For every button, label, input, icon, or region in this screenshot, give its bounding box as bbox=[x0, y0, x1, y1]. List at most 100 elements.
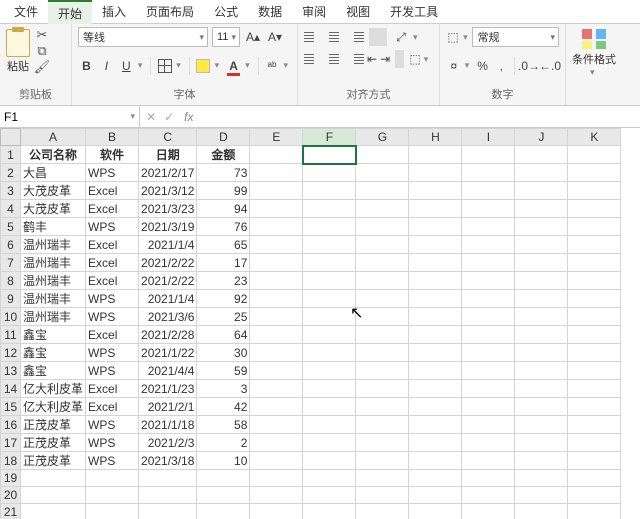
cell-C4[interactable]: 2021/3/23 bbox=[139, 200, 197, 218]
cell-F17[interactable] bbox=[303, 434, 356, 452]
underline-button[interactable]: U bbox=[118, 56, 135, 76]
cell-K1[interactable] bbox=[568, 146, 621, 164]
row-header-16[interactable]: 16 bbox=[1, 416, 21, 434]
confirm-formula-icon[interactable]: ✓ bbox=[164, 110, 174, 124]
cell-B2[interactable]: WPS bbox=[86, 164, 139, 182]
cell-K13[interactable] bbox=[568, 362, 621, 380]
cell-A21[interactable] bbox=[21, 504, 86, 519]
cell-J19[interactable] bbox=[515, 470, 568, 487]
row-header-7[interactable]: 7 bbox=[1, 254, 21, 272]
percent-icon[interactable]: % bbox=[475, 56, 491, 76]
conditional-format-button[interactable]: 条件格式 ▾ bbox=[572, 27, 616, 78]
col-header-K[interactable]: K bbox=[568, 129, 621, 146]
cell-I8[interactable] bbox=[462, 272, 515, 290]
cell-J14[interactable] bbox=[515, 380, 568, 398]
cell-B14[interactable]: Excel bbox=[86, 380, 139, 398]
cell-D2[interactable]: 73 bbox=[197, 164, 250, 182]
paste-button[interactable]: 粘贴 bbox=[6, 29, 30, 74]
cell-K5[interactable] bbox=[568, 218, 621, 236]
cell-D4[interactable]: 94 bbox=[197, 200, 250, 218]
cell-E2[interactable] bbox=[250, 164, 303, 182]
font-color-button[interactable]: A bbox=[225, 56, 242, 76]
cell-D16[interactable]: 58 bbox=[197, 416, 250, 434]
cell-H3[interactable] bbox=[409, 182, 462, 200]
cell-J3[interactable] bbox=[515, 182, 568, 200]
cell-G2[interactable] bbox=[356, 164, 409, 182]
cell-B10[interactable]: WPS bbox=[86, 308, 139, 326]
cell-A20[interactable] bbox=[21, 487, 86, 504]
row-header-17[interactable]: 17 bbox=[1, 434, 21, 452]
menu-插入[interactable]: 插入 bbox=[92, 0, 136, 24]
menu-开始[interactable]: 开始 bbox=[48, 0, 92, 24]
cell-K2[interactable] bbox=[568, 164, 621, 182]
comma-icon[interactable]: , bbox=[493, 56, 509, 76]
cut-icon[interactable]: ✂ bbox=[34, 27, 50, 43]
cell-G16[interactable] bbox=[356, 416, 409, 434]
cell-G8[interactable] bbox=[356, 272, 409, 290]
phonetic-button[interactable]: ᵃᵇ bbox=[264, 56, 281, 76]
cell-H17[interactable] bbox=[409, 434, 462, 452]
indent-dec-icon[interactable]: ⇤ bbox=[367, 49, 377, 69]
cell-D6[interactable]: 65 bbox=[197, 236, 250, 254]
cell-K16[interactable] bbox=[568, 416, 621, 434]
cell-G7[interactable] bbox=[356, 254, 409, 272]
underline-dd[interactable]: ▾ bbox=[138, 60, 146, 71]
cell-K17[interactable] bbox=[568, 434, 621, 452]
align-bottom-icon[interactable] bbox=[346, 27, 364, 47]
cell-K18[interactable] bbox=[568, 452, 621, 470]
cell-B3[interactable]: Excel bbox=[86, 182, 139, 200]
cell-D18[interactable]: 10 bbox=[197, 452, 250, 470]
cell-H21[interactable] bbox=[409, 504, 462, 519]
cell-F4[interactable] bbox=[303, 200, 356, 218]
cell-E21[interactable] bbox=[250, 504, 303, 519]
cell-G18[interactable] bbox=[356, 452, 409, 470]
col-header-G[interactable]: G bbox=[356, 129, 409, 146]
cell-D21[interactable] bbox=[197, 504, 250, 519]
row-header-12[interactable]: 12 bbox=[1, 344, 21, 362]
cell-A18[interactable]: 正茂皮革 bbox=[21, 452, 86, 470]
menu-数据[interactable]: 数据 bbox=[248, 0, 292, 24]
font-name-combo[interactable]: 等线 bbox=[78, 27, 208, 47]
cell-C18[interactable]: 2021/3/18 bbox=[139, 452, 197, 470]
menu-公式[interactable]: 公式 bbox=[204, 0, 248, 24]
merge-button[interactable]: ⬚ bbox=[409, 49, 420, 69]
cell-F7[interactable] bbox=[303, 254, 356, 272]
col-header-C[interactable]: C bbox=[139, 129, 197, 146]
cell-D20[interactable] bbox=[197, 487, 250, 504]
cell-A14[interactable]: 亿大利皮革 bbox=[21, 380, 86, 398]
cell-F15[interactable] bbox=[303, 398, 356, 416]
cell-I13[interactable] bbox=[462, 362, 515, 380]
cell-H12[interactable] bbox=[409, 344, 462, 362]
cell-E13[interactable] bbox=[250, 362, 303, 380]
cell-I16[interactable] bbox=[462, 416, 515, 434]
cell-K21[interactable] bbox=[568, 504, 621, 519]
cell-E14[interactable] bbox=[250, 380, 303, 398]
cell-B17[interactable]: WPS bbox=[86, 434, 139, 452]
cell-I9[interactable] bbox=[462, 290, 515, 308]
cell-D8[interactable]: 23 bbox=[197, 272, 250, 290]
cell-K15[interactable] bbox=[568, 398, 621, 416]
cell-G4[interactable] bbox=[356, 200, 409, 218]
cell-F12[interactable] bbox=[303, 344, 356, 362]
cell-H14[interactable] bbox=[409, 380, 462, 398]
cell-I6[interactable] bbox=[462, 236, 515, 254]
cell-E4[interactable] bbox=[250, 200, 303, 218]
cell-F6[interactable] bbox=[303, 236, 356, 254]
cell-A16[interactable]: 正茂皮革 bbox=[21, 416, 86, 434]
cell-B6[interactable]: Excel bbox=[86, 236, 139, 254]
cell-J9[interactable] bbox=[515, 290, 568, 308]
col-header-E[interactable]: E bbox=[250, 129, 303, 146]
cell-C3[interactable]: 2021/3/12 bbox=[139, 182, 197, 200]
cell-G14[interactable] bbox=[356, 380, 409, 398]
cell-H9[interactable] bbox=[409, 290, 462, 308]
cell-C20[interactable] bbox=[139, 487, 197, 504]
cell-I3[interactable] bbox=[462, 182, 515, 200]
phonetic-dd[interactable]: ▾ bbox=[284, 60, 292, 71]
currency-icon[interactable]: ¤ bbox=[446, 56, 462, 76]
cell-G10[interactable] bbox=[356, 308, 409, 326]
cell-B15[interactable]: Excel bbox=[86, 398, 139, 416]
cell-H19[interactable] bbox=[409, 470, 462, 487]
row-header-13[interactable]: 13 bbox=[1, 362, 21, 380]
col-header-H[interactable]: H bbox=[409, 129, 462, 146]
cell-C13[interactable]: 2021/4/4 bbox=[139, 362, 197, 380]
